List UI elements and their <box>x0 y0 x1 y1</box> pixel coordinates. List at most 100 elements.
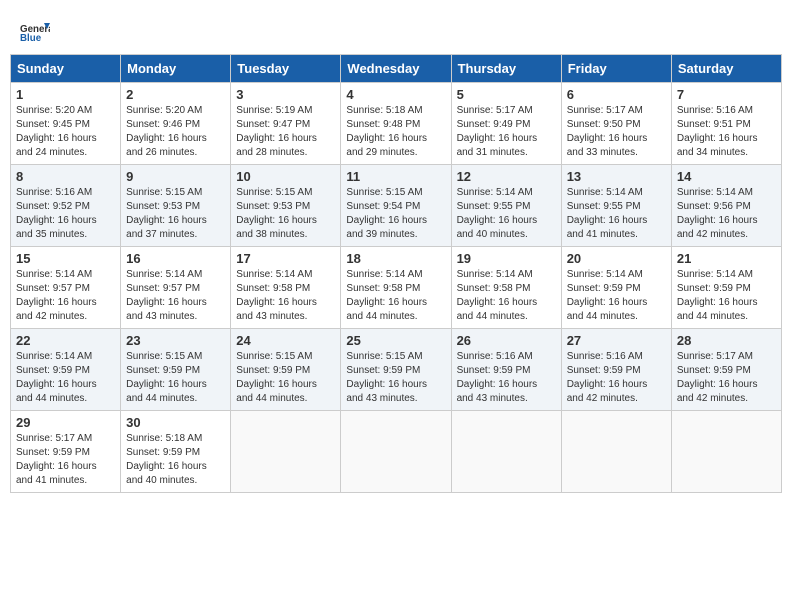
day-info: Sunrise: 5:19 AMSunset: 9:47 PMDaylight:… <box>236 104 335 160</box>
calendar-day-cell: 1Sunrise: 5:20 AMSunset: 9:45 PMDaylight… <box>11 83 121 165</box>
calendar-day-cell: 21 Sunrise: 5:14 AMSunset: 9:59 PMDayligh… <box>671 247 781 329</box>
day-of-week-header: Saturday <box>671 55 781 83</box>
day-info: Sunrise: 5:16 AMSunset: 9:52 PMDaylight:… <box>16 186 115 242</box>
day-info: Sunrise: 5:14 AMSunset: 9:55 PMDaylight:… <box>457 186 556 242</box>
calendar-week-row: 22 Sunrise: 5:14 AMSunset: 9:59 PMDayligh… <box>11 329 782 411</box>
calendar-week-row: 8 Sunrise: 5:16 AMSunset: 9:52 PMDaylight… <box>11 165 782 247</box>
day-number: 30 <box>126 415 225 430</box>
calendar-day-cell: 16 Sunrise: 5:14 AMSunset: 9:57 PMDayligh… <box>121 247 231 329</box>
calendar-day-cell: 22 Sunrise: 5:14 AMSunset: 9:59 PMDayligh… <box>11 329 121 411</box>
day-info: Sunrise: 5:20 AMSunset: 9:46 PMDaylight:… <box>126 104 225 160</box>
calendar-day-cell: 28Sunrise: 5:17 AMSunset: 9:59 PMDayligh… <box>671 329 781 411</box>
day-number: 27 <box>567 333 666 348</box>
day-info: Sunrise: 5:14 AMSunset: 9:58 PMDaylight:… <box>236 268 335 324</box>
calendar-day-cell: 6 Sunrise: 5:17 AMSunset: 9:50 PMDaylight… <box>561 83 671 165</box>
calendar-day-cell: 15Sunrise: 5:14 AMSunset: 9:57 PMDayligh… <box>11 247 121 329</box>
day-number: 2 <box>126 87 225 102</box>
day-info: Sunrise: 5:14 AMSunset: 9:57 PMDaylight:… <box>126 268 225 324</box>
day-number: 5 <box>457 87 556 102</box>
calendar-day-cell <box>671 411 781 493</box>
calendar-day-cell <box>451 411 561 493</box>
day-info: Sunrise: 5:16 AMSunset: 9:51 PMDaylight:… <box>677 104 776 160</box>
calendar-day-cell: 14 Sunrise: 5:14 AMSunset: 9:56 PMDayligh… <box>671 165 781 247</box>
day-number: 7 <box>677 87 776 102</box>
calendar-day-cell: 10Sunrise: 5:15 AMSunset: 9:53 PMDayligh… <box>231 165 341 247</box>
day-number: 8 <box>16 169 115 184</box>
day-info: Sunrise: 5:16 AMSunset: 9:59 PMDaylight:… <box>457 350 556 406</box>
calendar-day-cell: 13 Sunrise: 5:14 AMSunset: 9:55 PMDayligh… <box>561 165 671 247</box>
day-number: 20 <box>567 251 666 266</box>
day-info: Sunrise: 5:15 AMSunset: 9:59 PMDaylight:… <box>126 350 225 406</box>
day-info: Sunrise: 5:14 AMSunset: 9:59 PMDaylight:… <box>677 268 776 324</box>
calendar-day-cell: 17 Sunrise: 5:14 AMSunset: 9:58 PMDayligh… <box>231 247 341 329</box>
calendar-day-cell: 27 Sunrise: 5:16 AMSunset: 9:59 PMDayligh… <box>561 329 671 411</box>
day-of-week-header: Sunday <box>11 55 121 83</box>
day-number: 13 <box>567 169 666 184</box>
day-number: 21 <box>677 251 776 266</box>
day-info: Sunrise: 5:15 AMSunset: 9:59 PMDaylight:… <box>346 350 445 406</box>
day-info: Sunrise: 5:17 AMSunset: 9:49 PMDaylight:… <box>457 104 556 160</box>
day-info: Sunrise: 5:14 AMSunset: 9:58 PMDaylight:… <box>457 268 556 324</box>
day-number: 4 <box>346 87 445 102</box>
day-number: 16 <box>126 251 225 266</box>
logo-icon: General Blue <box>20 20 50 44</box>
day-info: Sunrise: 5:18 AMSunset: 9:59 PMDaylight:… <box>126 432 225 488</box>
calendar-day-cell: 7 Sunrise: 5:16 AMSunset: 9:51 PMDaylight… <box>671 83 781 165</box>
page-header: General Blue <box>10 10 782 49</box>
day-number: 6 <box>567 87 666 102</box>
day-number: 18 <box>346 251 445 266</box>
calendar-day-cell: 25 Sunrise: 5:15 AMSunset: 9:59 PMDayligh… <box>341 329 451 411</box>
day-info: Sunrise: 5:17 AMSunset: 9:59 PMDaylight:… <box>16 432 115 488</box>
day-info: Sunrise: 5:20 AMSunset: 9:45 PMDaylight:… <box>16 104 115 160</box>
day-info: Sunrise: 5:14 AMSunset: 9:56 PMDaylight:… <box>677 186 776 242</box>
day-info: Sunrise: 5:17 AMSunset: 9:59 PMDaylight:… <box>677 350 776 406</box>
day-info: Sunrise: 5:14 AMSunset: 9:59 PMDaylight:… <box>16 350 115 406</box>
day-number: 14 <box>677 169 776 184</box>
calendar-day-cell <box>561 411 671 493</box>
day-info: Sunrise: 5:14 AMSunset: 9:55 PMDaylight:… <box>567 186 666 242</box>
day-of-week-header: Monday <box>121 55 231 83</box>
day-number: 29 <box>16 415 115 430</box>
calendar-header-row: SundayMondayTuesdayWednesdayThursdayFrid… <box>11 55 782 83</box>
day-number: 12 <box>457 169 556 184</box>
day-number: 24 <box>236 333 335 348</box>
day-number: 11 <box>346 169 445 184</box>
day-number: 10 <box>236 169 335 184</box>
calendar-day-cell: 20 Sunrise: 5:14 AMSunset: 9:59 PMDayligh… <box>561 247 671 329</box>
day-number: 22 <box>16 333 115 348</box>
day-of-week-header: Thursday <box>451 55 561 83</box>
day-number: 17 <box>236 251 335 266</box>
day-number: 19 <box>457 251 556 266</box>
calendar-day-cell: 23 Sunrise: 5:15 AMSunset: 9:59 PMDayligh… <box>121 329 231 411</box>
calendar-day-cell: 29 Sunrise: 5:17 AMSunset: 9:59 PMDayligh… <box>11 411 121 493</box>
day-info: Sunrise: 5:17 AMSunset: 9:50 PMDaylight:… <box>567 104 666 160</box>
calendar-table: SundayMondayTuesdayWednesdayThursdayFrid… <box>10 54 782 493</box>
day-of-week-header: Friday <box>561 55 671 83</box>
calendar-week-row: 1Sunrise: 5:20 AMSunset: 9:45 PMDaylight… <box>11 83 782 165</box>
day-info: Sunrise: 5:15 AMSunset: 9:53 PMDaylight:… <box>126 186 225 242</box>
calendar-day-cell: 19 Sunrise: 5:14 AMSunset: 9:58 PMDayligh… <box>451 247 561 329</box>
calendar-day-cell: 9 Sunrise: 5:15 AMSunset: 9:53 PMDaylight… <box>121 165 231 247</box>
calendar-day-cell <box>231 411 341 493</box>
day-info: Sunrise: 5:16 AMSunset: 9:59 PMDaylight:… <box>567 350 666 406</box>
day-number: 9 <box>126 169 225 184</box>
calendar-day-cell: 30 Sunrise: 5:18 AMSunset: 9:59 PMDayligh… <box>121 411 231 493</box>
day-number: 26 <box>457 333 556 348</box>
day-number: 23 <box>126 333 225 348</box>
day-info: Sunrise: 5:18 AMSunset: 9:48 PMDaylight:… <box>346 104 445 160</box>
calendar-day-cell: 26 Sunrise: 5:16 AMSunset: 9:59 PMDayligh… <box>451 329 561 411</box>
day-info: Sunrise: 5:15 AMSunset: 9:59 PMDaylight:… <box>236 350 335 406</box>
day-number: 25 <box>346 333 445 348</box>
svg-text:Blue: Blue <box>20 33 42 44</box>
day-of-week-header: Wednesday <box>341 55 451 83</box>
calendar-day-cell: 2 Sunrise: 5:20 AMSunset: 9:46 PMDaylight… <box>121 83 231 165</box>
calendar-day-cell: 8 Sunrise: 5:16 AMSunset: 9:52 PMDaylight… <box>11 165 121 247</box>
day-info: Sunrise: 5:14 AMSunset: 9:59 PMDaylight:… <box>567 268 666 324</box>
day-info: Sunrise: 5:14 AMSunset: 9:57 PMDaylight:… <box>16 268 115 324</box>
calendar-day-cell: 4 Sunrise: 5:18 AMSunset: 9:48 PMDaylight… <box>341 83 451 165</box>
calendar-day-cell <box>341 411 451 493</box>
day-info: Sunrise: 5:15 AMSunset: 9:54 PMDaylight:… <box>346 186 445 242</box>
day-of-week-header: Tuesday <box>231 55 341 83</box>
day-number: 3 <box>236 87 335 102</box>
calendar-day-cell: 12 Sunrise: 5:14 AMSunset: 9:55 PMDayligh… <box>451 165 561 247</box>
